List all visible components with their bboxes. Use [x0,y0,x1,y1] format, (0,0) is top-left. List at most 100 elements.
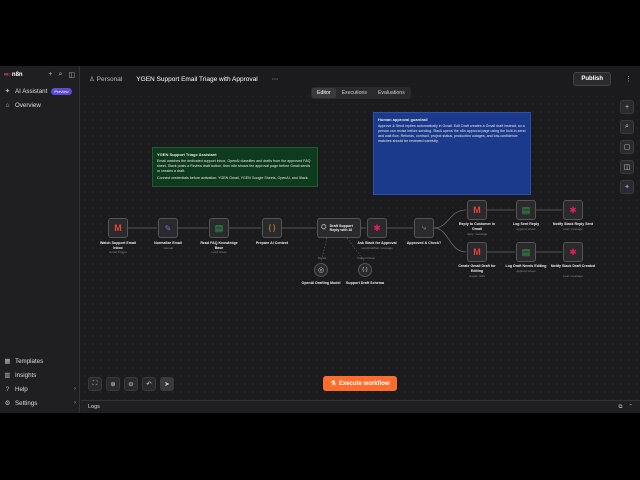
node-openai-model[interactable]: ◎ [314,263,328,277]
canvas-zoom-controls: ⛶ ⊕ ⊖ ↶ ➤ [88,377,174,391]
project-name: Personal [96,76,123,83]
publish-button[interactable]: Publish [573,72,611,86]
breadcrumb[interactable]: ♙ Personal [89,75,122,83]
n8n-logo-icon: ∞○ [4,72,11,78]
node-label: Watch Support Email Inbox [99,241,136,250]
panel-icon: ◫ [623,164,631,171]
node-label: Reply to Customer in Gmail [458,222,496,231]
sidebar-item-label: Help [15,385,28,393]
node-notify-draft-created[interactable]: ✱ [563,242,583,262]
node-subtitle: sendAndWait: message [361,246,393,250]
workflow-canvas[interactable]: YGEN Support Triage Assistant Email watc… [81,92,640,400]
node-label: Approved & Check? [406,241,442,245]
execute-workflow-label: Execute workflow [338,380,390,387]
n8n-app: ∞○ n8n + ⌕ ◫ ✦ AI Assistant Preview ⌂ Ov… [0,66,640,413]
node-label: Log Sent Reply [512,222,540,226]
node-label: Ask Slack for Approval [357,241,397,245]
undo-button[interactable]: ↶ [142,377,156,391]
node-support-draft-schema[interactable]: {·} [358,263,372,277]
templates-icon: ▦ [4,358,11,365]
node-log-sent-reply[interactable]: ▤ [516,200,536,220]
logo-text: n8n [11,72,23,78]
node-subtitle: post: message [563,274,583,278]
sheets-icon: ▤ [521,204,531,215]
canvas-right-toolbar: + ⌕ ▢ ◫ ✦ [620,100,634,194]
node-subtitle: post: message [563,227,583,231]
toggle-panel-button[interactable]: ◫ [620,160,634,174]
tab-executions[interactable]: Executions [337,88,372,98]
sidebar-item-templates[interactable]: ▦ Templates [0,354,80,368]
workflow-title[interactable]: YGEN Support Email Triage with Approval [136,76,257,83]
node-normalize-email[interactable]: ✎ [158,218,178,238]
slack-icon: ✱ [569,204,577,215]
edit-icon: ✎ [164,223,172,233]
chevron-right-icon: › [74,386,76,392]
help-icon: ? [5,385,10,393]
node-subtitle: reply: message [466,232,488,236]
node-label: Notify Slack Reply Sent [552,222,594,226]
sidebar-item-overview[interactable]: ⌂ Overview [0,98,79,112]
sidebar-item-label: Templates [15,357,44,365]
sheets-icon: ▤ [214,222,224,233]
node-watch-support-email[interactable]: M [108,218,128,238]
kebab-menu-icon[interactable]: ⋮ [625,75,632,83]
node-create-gmail-draft[interactable]: M [467,242,487,262]
zoom-out-button[interactable]: ⊖ [124,377,138,391]
sparkle-icon: ✦ [4,88,11,95]
sidebar-header: ∞○ n8n + ⌕ ◫ [0,66,79,84]
sidebar-item-help[interactable]: ? Help › [0,382,80,396]
slack-icon: ✱ [569,246,577,257]
search-icon: ⌕ [625,123,629,130]
n8n-logo[interactable]: ∞○ n8n [4,72,23,78]
gmail-icon: M [114,223,122,233]
chevron-up-icon[interactable]: ⌃ [628,404,633,411]
if-icon: ⤷ [421,223,427,232]
sidebar-item-label: Insights [15,371,37,379]
node-label: Read FAQ Knowledge Base [200,241,238,250]
connector-label-output-parser: Output Parser [356,256,376,260]
sidebar-item-insights[interactable]: ▥ Insights [0,368,80,382]
add-sticky-button[interactable]: ▢ [620,140,634,154]
zoom-in-button[interactable]: ⊕ [106,377,120,391]
search-icon[interactable]: ⌕ [58,71,62,79]
node-log-draft-editing[interactable]: ▤ [516,242,536,262]
sparkle-icon: ✦ [624,184,630,191]
node-read-faq[interactable]: ▤ [209,218,229,238]
code-icon: { } [268,224,276,232]
node-label: Draft Support Reply with AI [329,223,353,232]
schema-icon: {·} [362,267,368,273]
node-notify-reply-sent[interactable]: ✱ [563,200,583,220]
node-label: Log Draft Needs Editing [505,264,547,268]
tab-editor[interactable]: Editor [312,88,336,98]
sidebar-item-ai-assistant[interactable]: ✦ AI Assistant Preview [0,84,79,98]
node-prepare-ai-context[interactable]: { } [262,218,282,238]
node-label: OpenAI Drafting Model [301,281,341,285]
node-reply-customer[interactable]: M [467,200,487,220]
add-node-button[interactable]: + [620,100,634,114]
panel-icon[interactable]: ◫ [68,71,75,79]
more-options-icon[interactable]: ⋯ [272,75,279,83]
node-ask-slack-approval[interactable]: ✱ [367,218,387,238]
plus-icon: + [624,103,630,111]
ai-agent-icon: ⛭ [321,224,327,231]
search-nodes-button[interactable]: ⌕ [620,120,634,134]
pointer-mode-button[interactable]: ➤ [160,377,174,391]
sidebar-item-settings[interactable]: ⚙ Settings › [0,396,80,410]
logs-label: Logs [88,404,100,410]
node-subtitle: append: sheet [516,227,536,231]
node-label: Prepare AI Context [255,241,289,245]
popout-icon[interactable]: ⧉ [618,404,622,411]
ai-assistant-button[interactable]: ✦ [620,180,634,194]
plus-icon[interactable]: + [48,71,52,79]
tab-evaluations[interactable]: Evaluations [373,88,410,98]
fit-view-button[interactable]: ⛶ [88,377,102,391]
execute-workflow-button[interactable]: ⚗ Execute workflow [323,376,397,391]
node-draft-reply-ai[interactable]: ⛭ Draft Support Reply with AI [317,218,361,238]
logs-panel[interactable]: Logs ⧉ ⌃ [81,400,640,413]
connector-label-model: Model [317,256,327,260]
node-approved-check[interactable]: ⤷ [414,218,434,238]
node-subtitle: manual [163,246,173,250]
zoom-out-icon: ⊖ [128,381,134,388]
node-label: Normalize Email [154,241,182,245]
gmail-icon: M [473,247,481,257]
